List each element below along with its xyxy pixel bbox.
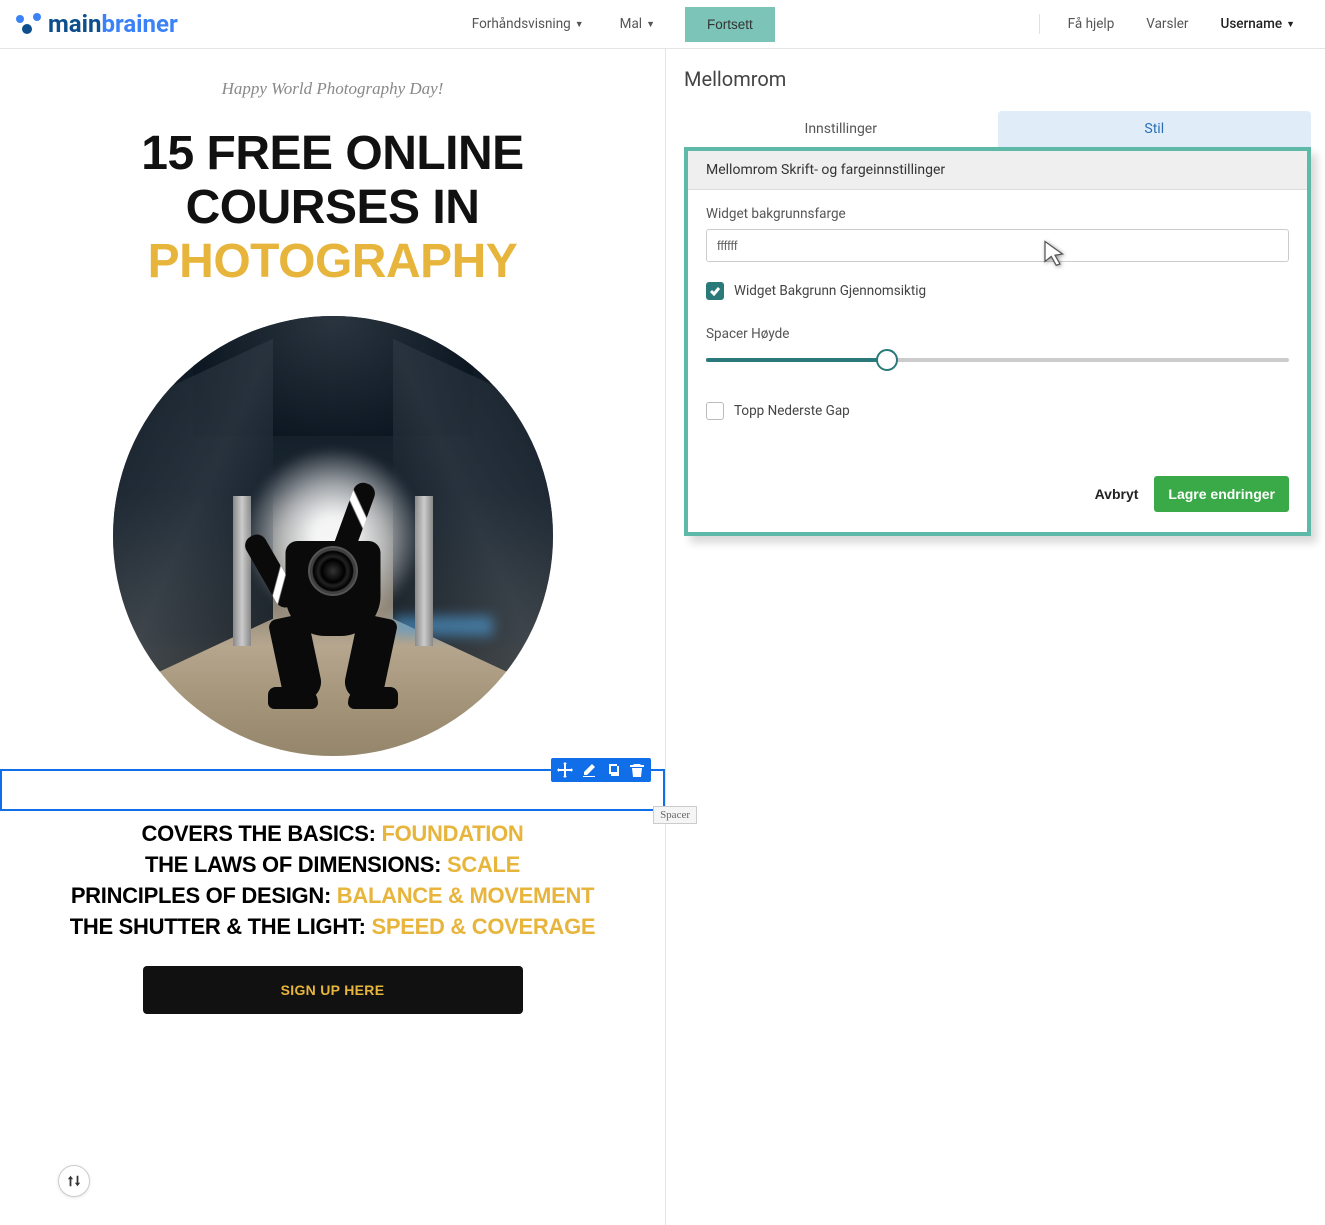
continue-button[interactable]: Fortsett [685,7,775,42]
height-label: Spacer Høyde [706,326,1289,342]
hero-image [113,316,553,756]
check-icon [709,285,721,297]
spacer-label-badge: Spacer [653,806,697,824]
sort-fab[interactable] [58,1165,90,1197]
spacer-toolbar [551,758,651,782]
sort-icon [67,1174,81,1188]
top-nav: mainbrainer Forhåndsvisning▼ Mal▼ Fortse… [0,0,1325,49]
copy-icon[interactable] [605,762,621,778]
bg-transparent-label: Widget Bakgrunn Gjennomsiktig [734,283,926,299]
section-header: Mellomrom Skrift- og fargeinnstillinger [688,151,1307,190]
tab-style[interactable]: Stil [998,111,1312,147]
caret-down-icon: ▼ [646,19,655,30]
tab-settings[interactable]: Innstillinger [684,111,998,147]
height-slider[interactable] [706,358,1289,362]
logo[interactable]: mainbrainer [16,10,178,38]
preview-dropdown[interactable]: Forhåndsvisning▼ [458,8,598,40]
canvas-headline: 15 FREE ONLINE COURSES IN PHOTOGRAPHY [20,127,645,288]
move-icon[interactable] [557,762,573,778]
bg-color-input[interactable] [706,229,1289,262]
help-link[interactable]: Få hjelp [1054,8,1129,40]
gap-checkbox[interactable] [706,402,724,420]
spacer-widget-selected[interactable]: Spacer [0,769,665,811]
list-item: THE SHUTTER & THE LIGHT: SPEED & COVERAG… [20,912,645,943]
list-item: PRINCIPLES OF DESIGN: BALANCE & MOVEMENT [20,881,645,912]
alerts-link[interactable]: Varsler [1132,8,1202,40]
brand-accent: brainer [101,10,177,38]
caret-down-icon: ▼ [1286,19,1295,30]
canvas-area: Happy World Photography Day! 15 FREE ONL… [0,49,665,1225]
list-item: COVERS THE BASICS: FOUNDATION [20,819,645,850]
edit-icon[interactable] [581,762,597,778]
template-dropdown[interactable]: Mal▼ [606,8,669,40]
canvas-subtitle: Happy World Photography Day! [20,79,645,99]
save-button[interactable]: Lagre endringer [1154,476,1289,512]
style-settings-panel: Mellomrom Skrift- og fargeinnstillinger … [684,147,1311,536]
username-dropdown[interactable]: Username▼ [1207,8,1310,40]
bg-transparent-checkbox[interactable] [706,282,724,300]
slider-thumb[interactable] [876,349,898,371]
gap-label: Topp Nederste Gap [734,403,850,419]
logo-icon [16,13,42,35]
cancel-button[interactable]: Avbryt [1095,486,1139,502]
signup-button[interactable]: SIGN UP HERE [143,966,523,1014]
brand-main: main [48,10,101,38]
delete-icon[interactable] [629,762,645,778]
panel-title: Mellomrom [684,67,1311,91]
course-list: COVERS THE BASICS: FOUNDATION THE LAWS O… [20,819,645,942]
bg-color-label: Widget bakgrunnsfarge [706,206,1289,222]
caret-down-icon: ▼ [575,19,584,30]
list-item: THE LAWS OF DIMENSIONS: SCALE [20,850,645,881]
side-panel: Mellomrom Innstillinger Stil Mellomrom S… [665,49,1325,1225]
